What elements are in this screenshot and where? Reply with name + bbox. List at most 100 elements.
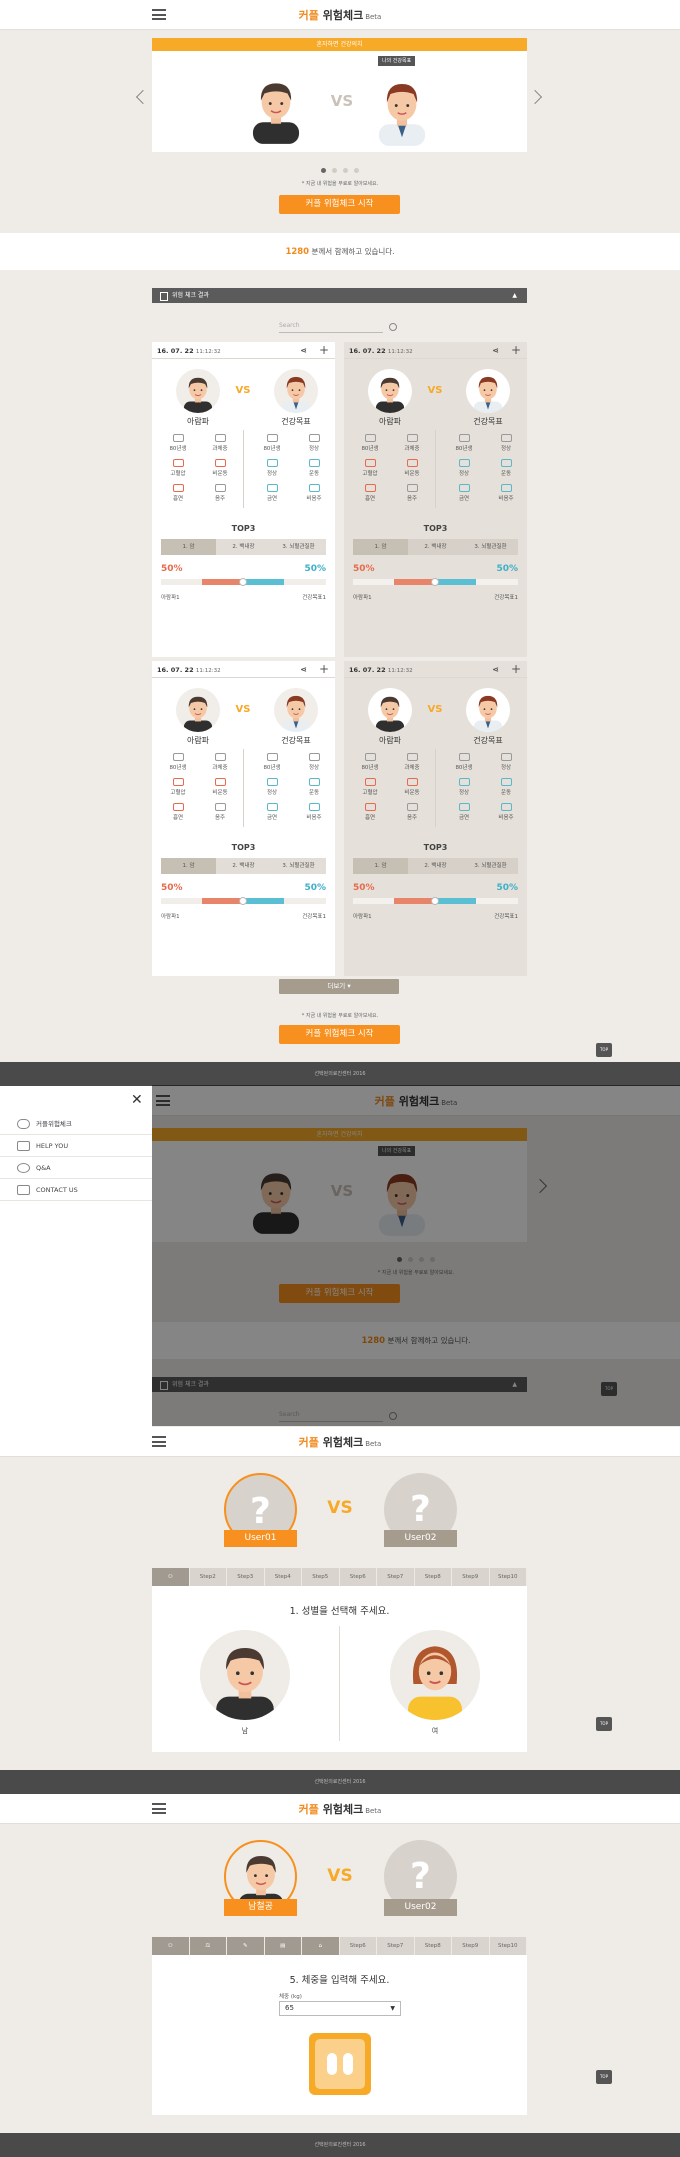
- right-caption: 건강목표1: [494, 595, 518, 601]
- step-tab[interactable]: Step7: [377, 1568, 415, 1586]
- carousel-dot[interactable]: [343, 168, 348, 173]
- tab-disease-1[interactable]: 1. 암: [161, 539, 216, 555]
- risk-stat: 정상: [483, 434, 529, 452]
- vs-label: VS: [330, 92, 354, 110]
- card-header: 16. 07. 22 11:12:32 ⋖ +: [152, 342, 335, 359]
- step-tab[interactable]: Step6: [340, 1568, 377, 1586]
- risk-stat: 흡연: [347, 484, 393, 502]
- add-icon[interactable]: +: [319, 343, 329, 357]
- app-logo-3[interactable]: 커플 위험체크 Beta: [0, 1434, 680, 1450]
- risk-stat: 정상: [441, 778, 487, 796]
- carousel-prev-icon[interactable]: [135, 89, 151, 105]
- add-icon[interactable]: +: [511, 662, 521, 676]
- add-icon[interactable]: +: [511, 343, 521, 357]
- risk-stat: 흡연: [155, 484, 201, 502]
- share-icon[interactable]: ⋖: [492, 346, 499, 355]
- pencil-icon[interactable]: ✎: [227, 1937, 265, 1955]
- menu-item-qna[interactable]: Q&A: [0, 1157, 152, 1179]
- step-tab[interactable]: Step9: [452, 1568, 490, 1586]
- weight-select[interactable]: 65 ▼: [279, 2001, 401, 2016]
- step-tab[interactable]: Step3: [227, 1568, 265, 1586]
- scroll-top-button[interactable]: TOP: [596, 1043, 612, 1057]
- right-name: 건강목표: [473, 417, 503, 426]
- tab-disease-2[interactable]: 2. 백내장: [216, 539, 271, 555]
- carousel-dot[interactable]: [332, 168, 337, 173]
- scale-icon[interactable]: ⚖: [189, 1937, 227, 1955]
- carousel-next-icon[interactable]: [527, 89, 543, 105]
- tab-disease-3[interactable]: 3. 뇌혈관질환: [271, 858, 326, 874]
- users-icon[interactable]: ⚇: [152, 1568, 190, 1586]
- carousel-slide[interactable]: 혼자하면 건강의치 VS 나의 건강목표: [152, 38, 527, 152]
- disease-tabs: 1. 암 2. 백내장 3. 뇌혈관질환: [161, 539, 326, 555]
- vs-label: VS: [427, 385, 443, 396]
- carousel-dot[interactable]: [321, 168, 326, 173]
- share-icon[interactable]: ⋖: [492, 665, 499, 674]
- carousel-dot[interactable]: [354, 168, 359, 173]
- dim-overlay[interactable]: [152, 1085, 680, 1426]
- tab-disease-2[interactable]: 2. 백내장: [408, 539, 463, 555]
- risk-stat: 비음주: [291, 484, 337, 502]
- step-tab[interactable]: Step10: [490, 1937, 527, 1955]
- result-section-bar[interactable]: 위험 체크 결과 ▲: [152, 288, 527, 303]
- risk-stat: 정상: [441, 459, 487, 477]
- risk-stat: 정상: [291, 434, 337, 452]
- step-tab[interactable]: Step9: [452, 1937, 490, 1955]
- male-option[interactable]: [200, 1630, 290, 1720]
- user2-label-4: User02: [384, 1899, 457, 1916]
- risk-stat: 음주: [389, 803, 435, 821]
- menu-item-contact-us[interactable]: CONTACT US: [0, 1179, 152, 1201]
- risk-stat: 80년생: [347, 753, 393, 771]
- step-tab[interactable]: Step7: [377, 1937, 415, 1955]
- weight-field-label: 체중 (kg): [279, 1994, 302, 2000]
- chat-icon: [17, 1163, 30, 1173]
- risk-stat: 고혈압: [155, 778, 201, 796]
- risk-stat: 운동: [483, 778, 529, 796]
- right-caption: 건강목표1: [302, 595, 326, 601]
- search-icon[interactable]: [389, 323, 397, 331]
- step-tab[interactable]: Step8: [415, 1937, 452, 1955]
- scroll-top-button-4[interactable]: TOP: [596, 2070, 612, 2084]
- tab-disease-1[interactable]: 1. 암: [161, 858, 216, 874]
- more-button[interactable]: 더보기 ▾: [279, 979, 399, 994]
- scroll-top-button-3[interactable]: TOP: [596, 1717, 612, 1731]
- step-tab[interactable]: Step5: [302, 1568, 340, 1586]
- weight-icon[interactable]: ⌂: [302, 1937, 340, 1955]
- section-title: 위험 체크 결과: [172, 292, 209, 299]
- search-input[interactable]: Search: [279, 322, 383, 333]
- female-option[interactable]: [390, 1630, 480, 1720]
- tab-disease-1[interactable]: 1. 암: [353, 858, 408, 874]
- risk-stat: 운동: [291, 778, 337, 796]
- step-tab[interactable]: Step8: [415, 1568, 452, 1586]
- close-icon[interactable]: ✕: [131, 1092, 143, 1108]
- tab-disease-2[interactable]: 2. 백내장: [408, 858, 463, 874]
- app-logo-4[interactable]: 커플 위험체크 Beta: [0, 1801, 680, 1817]
- users-icon[interactable]: ⚇: [152, 1937, 190, 1955]
- risk-stat: 비음주: [483, 484, 529, 502]
- tab-disease-3[interactable]: 3. 뇌혈관질환: [463, 858, 518, 874]
- app-logo[interactable]: 커플 위험체크 Beta: [0, 7, 680, 23]
- gender-panel: 1. 성별을 선택해 주세요. 남 여: [152, 1586, 527, 1752]
- share-icon[interactable]: ⋖: [300, 665, 307, 674]
- menu-item-couple-check[interactable]: 커플위험체크: [0, 1113, 152, 1135]
- menu-item-help-you[interactable]: HELP YOU: [0, 1135, 152, 1157]
- left-name: 아람파: [378, 417, 402, 426]
- tab-disease-2[interactable]: 2. 백내장: [216, 858, 271, 874]
- tab-disease-1[interactable]: 1. 암: [353, 539, 408, 555]
- start-check-button[interactable]: 커플 위험체크 시작: [279, 195, 400, 214]
- risk-stat: 80년생: [249, 753, 295, 771]
- body-icon[interactable]: ▤: [264, 1937, 302, 1955]
- add-icon[interactable]: +: [319, 662, 329, 676]
- step-tab[interactable]: Step10: [490, 1568, 527, 1586]
- collapse-icon[interactable]: ▲: [512, 288, 517, 303]
- left-caption: 아람파1: [353, 914, 372, 920]
- step-tab[interactable]: Step6: [340, 1937, 377, 1955]
- share-icon[interactable]: ⋖: [300, 346, 307, 355]
- step-tab[interactable]: Step2: [190, 1568, 227, 1586]
- tab-disease-3[interactable]: 3. 뇌혈관질환: [463, 539, 518, 555]
- risk-stat: 비음주: [291, 803, 337, 821]
- tab-disease-3[interactable]: 3. 뇌혈관질환: [271, 539, 326, 555]
- start-check-button-2[interactable]: 커플 위험체크 시작: [279, 1025, 400, 1044]
- step-tab[interactable]: Step4: [265, 1568, 302, 1586]
- result-card: 16. 07. 22 11:12:32 ⋖ + VS 아람파 건강목표 80년생 80년생 과체…: [152, 661, 335, 976]
- risk-stat: 정상: [249, 459, 295, 477]
